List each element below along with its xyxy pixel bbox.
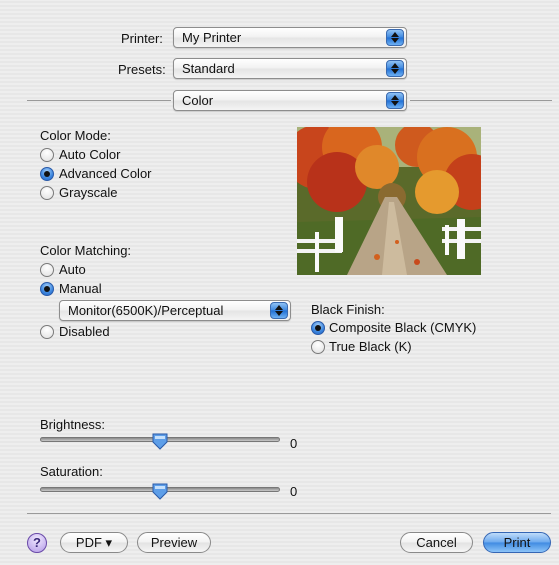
radio-manual-label: Manual <box>59 281 102 296</box>
brightness-label: Brightness: <box>40 417 106 432</box>
radio-advanced-color[interactable] <box>40 167 54 181</box>
separator-right <box>410 100 552 101</box>
radio-auto-color-label: Auto Color <box>59 147 121 162</box>
radio-true-black-label: True Black (K) <box>329 339 412 354</box>
saturation-slider-thumb[interactable] <box>152 483 168 500</box>
radio-manual[interactable] <box>40 282 54 296</box>
radio-auto[interactable] <box>40 263 54 277</box>
color-mode-label: Color Mode: <box>40 128 111 143</box>
radio-composite-black[interactable] <box>311 321 325 335</box>
color-profile-select-value: Monitor(6500K)/Perceptual <box>68 303 224 318</box>
radio-disabled-label: Disabled <box>59 324 110 339</box>
print-button[interactable]: Print <box>483 532 551 553</box>
printer-select-value: My Printer <box>182 30 242 45</box>
saturation-label: Saturation: <box>40 464 103 479</box>
brightness-value: 0 <box>290 436 298 451</box>
printer-select[interactable]: My Printer <box>173 27 407 48</box>
popup-arrows-icon <box>386 60 404 77</box>
printer-label: Printer: <box>121 31 163 46</box>
saturation-value: 0 <box>290 484 298 499</box>
preview-button[interactable]: Preview <box>137 532 211 553</box>
popup-arrows-icon <box>386 92 404 109</box>
black-finish-label: Black Finish: <box>311 302 385 317</box>
radio-true-black[interactable] <box>311 340 325 354</box>
radio-auto-label: Auto <box>59 262 86 277</box>
color-matching-label: Color Matching: <box>40 243 132 258</box>
radio-auto-color[interactable] <box>40 148 54 162</box>
panel-select-value: Color <box>182 93 214 108</box>
bottom-separator <box>27 513 551 514</box>
panel-select[interactable]: Color <box>173 90 407 111</box>
presets-select[interactable]: Standard <box>173 58 407 79</box>
cancel-button[interactable]: Cancel <box>400 532 473 553</box>
color-profile-select[interactable]: Monitor(6500K)/Perceptual <box>59 300 291 321</box>
radio-composite-black-label: Composite Black (CMYK) <box>329 320 477 335</box>
presets-label: Presets: <box>118 62 166 77</box>
separator-left <box>27 100 171 101</box>
radio-advanced-color-label: Advanced Color <box>59 166 152 181</box>
radio-disabled[interactable] <box>40 325 54 339</box>
popup-arrows-icon <box>386 29 404 46</box>
brightness-slider-thumb[interactable] <box>152 433 168 450</box>
presets-select-value: Standard <box>182 61 235 76</box>
radio-grayscale[interactable] <box>40 186 54 200</box>
radio-grayscale-label: Grayscale <box>59 185 118 200</box>
pdf-button[interactable]: PDF ▾ <box>60 532 128 553</box>
popup-arrows-icon <box>270 302 288 319</box>
color-preview-image <box>297 127 481 275</box>
help-icon[interactable]: ? <box>27 533 47 553</box>
